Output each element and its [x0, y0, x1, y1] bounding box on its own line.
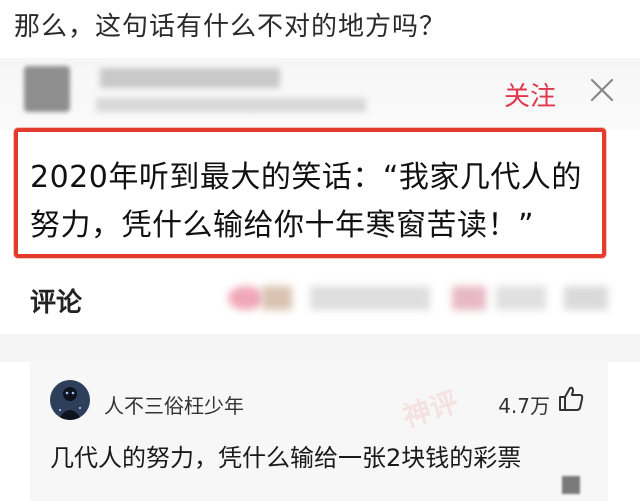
blurred-text-3	[564, 286, 608, 310]
author-name-blurred	[100, 68, 280, 88]
featured-comment-watermark: 神评	[398, 385, 463, 434]
question-text: 那么，这句话有什么不对的地方吗？	[14, 12, 447, 42]
blurred-reaction-3	[452, 286, 486, 310]
post-author-header: 关注	[0, 58, 640, 130]
author-meta-blurred	[96, 98, 366, 112]
close-icon[interactable]	[588, 76, 616, 104]
blurred-reaction-1	[228, 286, 264, 310]
blurred-reaction-2	[262, 286, 292, 310]
comments-header-row: 评论	[0, 270, 640, 330]
section-divider	[0, 334, 640, 362]
blurred-corner-element	[562, 476, 580, 494]
comment-text: 几代人的努力，凭什么输给一张2块钱的彩票	[50, 444, 522, 472]
highlighted-quote-box: 2020年听到最大的笑话：“我家几代人的努力，凭什么输给你十年寒窗苦读！”	[14, 128, 606, 258]
quote-text: 2020年听到最大的笑话：“我家几代人的努力，凭什么输给你十年寒窗苦读！”	[30, 160, 582, 243]
top-comment-card[interactable]: 人不三俗枉少年 神评 4.7万 几代人的努力，凭什么输给一张2块钱的彩票	[30, 362, 608, 501]
blurred-text-1	[310, 286, 430, 310]
blurred-text-2	[496, 286, 546, 310]
follow-button[interactable]: 关注	[504, 76, 556, 113]
commenter-avatar[interactable]	[50, 380, 90, 420]
commenter-username[interactable]: 人不三俗枉少年	[104, 390, 244, 419]
author-avatar-blurred[interactable]	[24, 66, 70, 112]
comments-label: 评论	[30, 288, 83, 318]
like-count: 4.7万	[498, 394, 550, 418]
thumbs-up-icon[interactable]	[556, 384, 586, 414]
